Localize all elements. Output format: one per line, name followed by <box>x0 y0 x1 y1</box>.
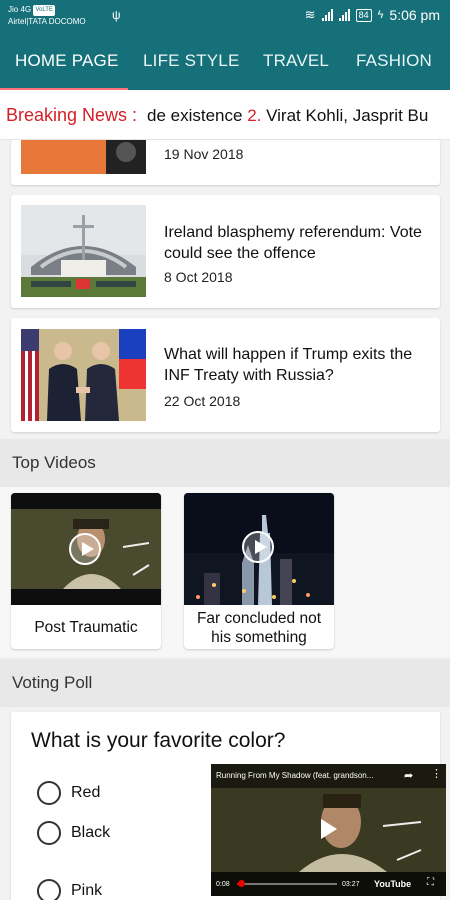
play-icon[interactable] <box>242 531 274 563</box>
video-card[interactable]: Post Traumatic <box>11 493 161 649</box>
tab-travel[interactable]: TRAVEL <box>263 51 329 71</box>
tab-bar: HOME PAGE LIFE STYLE TRAVEL FASHION <box>0 34 450 90</box>
tab-fashion[interactable]: FASHION <box>356 51 432 71</box>
radio-button[interactable] <box>37 781 61 805</box>
player-title: Running From My Shadow (feat. grandson..… <box>216 771 374 780</box>
wifi-icon: ≋ <box>304 7 316 22</box>
news-date: 19 Nov 2018 <box>164 146 244 162</box>
breaking-news-bar[interactable]: Breaking News : de existence 2. Virat Ko… <box>0 90 450 140</box>
news-card[interactable]: 19 Nov 2018 <box>11 140 440 185</box>
poll-option-black[interactable]: Black <box>37 820 110 846</box>
news-headline: Ireland blasphemy referendum: Vote could… <box>164 224 422 262</box>
news-thumbnail <box>21 329 146 421</box>
signal-icon <box>338 9 350 21</box>
status-bar: Jio 4G VoLTE Airtel|TATA DOCOMO ψ ≋ 84 ϟ… <box>0 0 450 34</box>
option-label: Black <box>71 824 111 841</box>
status-icons: ≋ 84 ϟ 5:06 pm <box>305 7 440 23</box>
tab-home-page[interactable]: HOME PAGE <box>15 51 119 71</box>
carrier-2: Airtel|TATA DOCOMO <box>8 17 86 26</box>
charging-icon: ϟ <box>377 9 384 21</box>
video-title: Far concluded not his something <box>196 609 322 646</box>
top-videos-list: Post Traumatic Far concluded not his som… <box>0 487 450 657</box>
carrier-info: Jio 4G VoLTE Airtel|TATA DOCOMO <box>8 4 86 27</box>
video-thumbnail <box>11 493 161 605</box>
battery-icon: 84 <box>355 8 372 22</box>
option-label: Red <box>71 784 101 801</box>
ticker-text: de existence <box>147 106 243 125</box>
share-icon[interactable]: ➦ <box>404 769 413 782</box>
video-thumbnail <box>184 493 334 605</box>
play-icon[interactable] <box>69 533 101 565</box>
seek-handle[interactable] <box>238 880 245 887</box>
clock: 5:06 pm <box>389 7 440 23</box>
top-videos-header: Top Videos <box>0 439 450 487</box>
video-player[interactable]: Running From My Shadow (feat. grandson..… <box>211 764 446 896</box>
current-time: 0:08 <box>216 881 230 888</box>
news-thumbnail <box>21 140 146 174</box>
tab-life-style[interactable]: LIFE STYLE <box>143 51 239 71</box>
news-thumbnail <box>21 205 146 297</box>
seek-bar[interactable] <box>237 880 337 887</box>
breaking-news-ticker[interactable]: de existence 2. Virat Kohli, Jasprit Bu <box>147 106 428 126</box>
poll-option-red[interactable]: Red <box>37 780 100 806</box>
fullscreen-icon[interactable]: ⛶ <box>427 877 434 888</box>
duration: 03:27 <box>342 881 360 888</box>
news-date: 8 Oct 2018 <box>164 269 233 285</box>
more-icon[interactable]: ⋮ <box>431 767 442 780</box>
poll-question: What is your favorite color? <box>31 729 286 752</box>
option-label: Pink <box>71 882 103 899</box>
voting-poll-header: Voting Poll <box>0 659 450 707</box>
news-card[interactable]: What will happen if Trump exits the INF … <box>11 318 440 432</box>
video-card[interactable]: Far concluded not his something <box>184 493 334 649</box>
news-card[interactable]: Ireland blasphemy referendum: Vote could… <box>11 195 440 308</box>
ticker-text: Virat Kohli, Jasprit Bu <box>266 106 429 125</box>
player-controls: 0:08 03:27 YouTube ⛶ <box>211 872 446 896</box>
radio-button[interactable] <box>37 821 61 845</box>
usb-icon: ψ <box>112 8 121 22</box>
radio-button[interactable] <box>37 879 61 900</box>
signal-icon <box>321 9 333 21</box>
breaking-news-label: Breaking News : <box>6 105 138 125</box>
video-title: Post Traumatic <box>34 619 138 636</box>
volte-badge: VoLTE <box>33 5 55 16</box>
news-date: 22 Oct 2018 <box>164 393 241 409</box>
poll-option-pink[interactable]: Pink <box>37 878 102 900</box>
ticker-number: 2. <box>247 106 262 125</box>
youtube-logo[interactable]: YouTube <box>374 879 411 889</box>
news-headline: What will happen if Trump exits the INF … <box>164 346 413 384</box>
play-icon[interactable] <box>321 819 337 839</box>
carrier-1: Jio 4G <box>8 5 32 14</box>
